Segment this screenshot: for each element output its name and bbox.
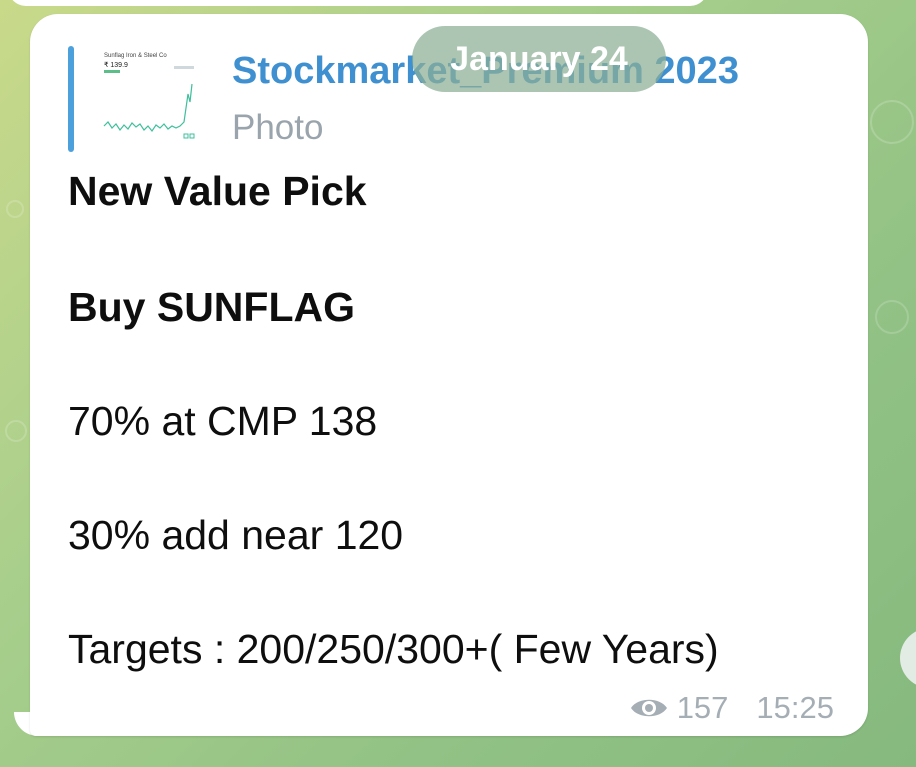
reply-media-type: Photo: [232, 108, 324, 147]
avatar[interactable]: [900, 628, 916, 688]
reply-thumbnail: Sunflag Iron & Steel Co ₹ 139.9: [98, 46, 202, 150]
view-count: 157: [676, 690, 729, 725]
message-line-entry: 70% at CMP 138: [68, 398, 378, 444]
message-line-targets: Targets : 200/250/300+( Few Years): [68, 626, 719, 672]
message-time: 15:25: [756, 690, 834, 725]
eye-icon: [629, 694, 669, 722]
thumbnail-price: ₹ 139.9: [104, 61, 128, 69]
reply-accent-bar: [68, 46, 74, 152]
message-meta: 157 15:25: [629, 690, 834, 726]
previous-message-edge: [8, 0, 708, 6]
message-line-add: 30% add near 120: [68, 512, 404, 558]
date-separator: January 24: [412, 26, 666, 92]
thumbnail-title: Sunflag Iron & Steel Co: [104, 53, 167, 59]
message-line-buy: Buy SUNFLAG: [68, 284, 355, 330]
message-line-heading: New Value Pick: [68, 168, 367, 214]
